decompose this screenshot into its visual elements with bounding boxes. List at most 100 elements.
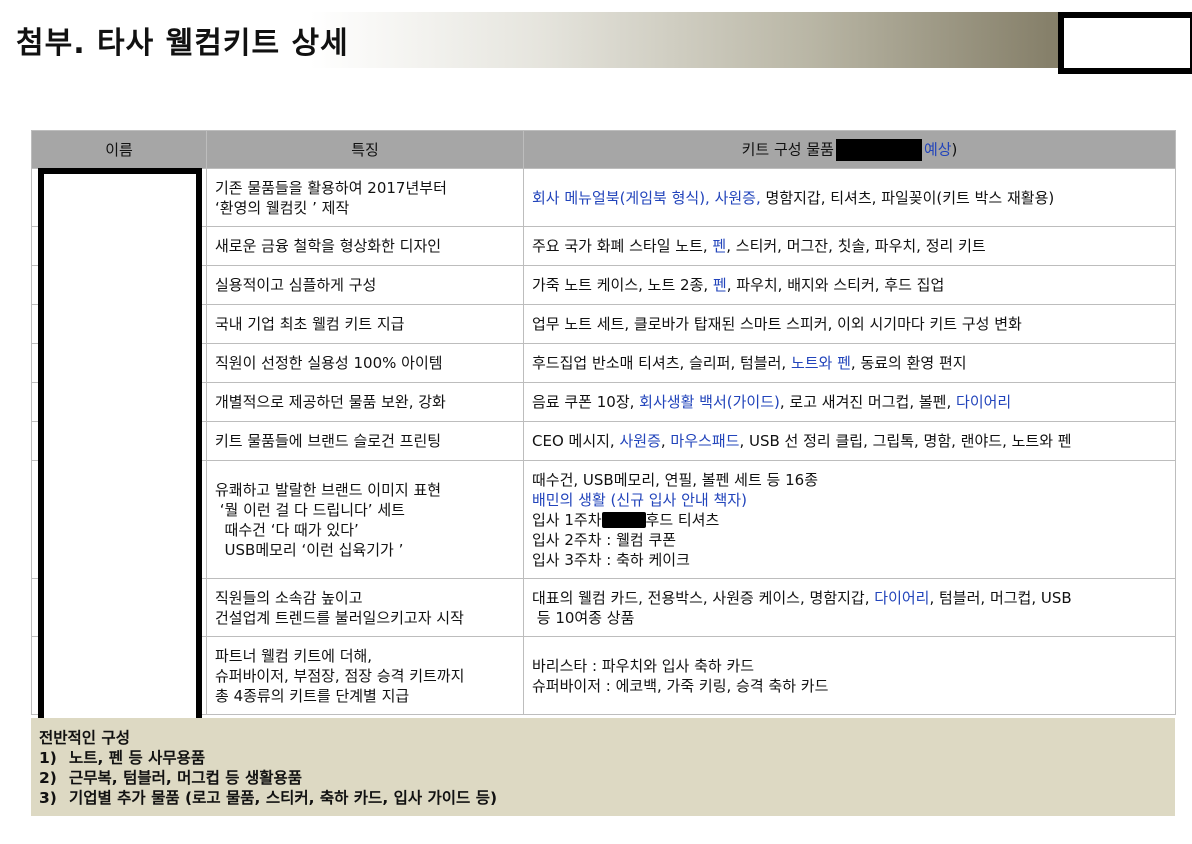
- feature-cell: 직원들의 소속감 높이고 건설업계 트렌드를 불러일으키고자 시작: [206, 578, 524, 637]
- feature-cell: 실용적이고 심플하게 구성: [206, 265, 524, 305]
- highlighted-item: 다이어리: [956, 393, 1012, 411]
- summary-item-text: 노트, 펜 등 사무용품: [69, 749, 206, 767]
- header-name: 이름: [31, 130, 207, 169]
- header-items: 키트 구성 물품 예상): [523, 130, 1176, 169]
- table-header-row: 이름 특징 키트 구성 물품 예상): [31, 130, 1176, 169]
- item-text: ,: [660, 432, 671, 450]
- item-text: , 로고 새겨진 머그컵, 볼펜,: [779, 393, 957, 411]
- items-line: 슈퍼바이저 : 에코백, 가죽 키링, 승격 축하 카드: [532, 676, 1167, 696]
- items-cell: 주요 국가 화폐 스타일 노트, 펜, 스티커, 머그잔, 칫솔, 파우치, 정…: [523, 226, 1176, 266]
- highlighted-item: 배민의 생활 (신규 입사 안내 책자): [532, 490, 747, 509]
- summary-item-number: 1): [39, 749, 57, 767]
- item-text: , 파우치, 배지와 스티커, 후드 집업: [726, 276, 945, 294]
- table-row: 유쾌하고 발랄한 브랜드 이미지 표현 ‘뭘 이런 걸 다 드립니다’ 세트 때…: [31, 460, 1176, 579]
- item-text: 입사 2주차 : 웰컴 쿠폰: [532, 530, 677, 549]
- items-line: 입사 1주차 후드 티셔츠: [532, 510, 1167, 530]
- item-text: 등 10여종 상품: [532, 608, 635, 627]
- table-row: 실용적이고 심플하게 구성 가죽 노트 케이스, 노트 2종, 펜, 파우치, 배…: [31, 265, 1176, 305]
- redacted-corner-box: [1058, 12, 1192, 74]
- table-row: 새로운 금융 철학을 형상화한 디자인 주요 국가 화폐 스타일 노트, 펜, 스…: [31, 226, 1176, 266]
- items-line: 때수건, USB메모리, 연필, 볼펜 세트 등 16종: [532, 470, 1167, 490]
- items-line: 바리스타 : 파우치와 입사 축하 카드: [532, 656, 1167, 676]
- feature-line: ‘환영의 웰컴킷 ’ 제작: [215, 198, 350, 217]
- items-cell: CEO 메시지, 사원증, 마우스패드, USB 선 정리 클립, 그립톡, 명…: [523, 421, 1176, 461]
- feature-line: 국내 기업 최초 웰컴 키트 지급: [215, 315, 405, 333]
- feature-line: 개별적으로 제공하던 물품 보완, 강화: [215, 393, 446, 411]
- feature-line: 파트너 웰컴 키트에 더해,: [215, 646, 373, 665]
- item-text: 음료 쿠폰 10장,: [532, 393, 640, 411]
- feature-cell: 국내 기업 최초 웰컴 키트 지급: [206, 304, 524, 344]
- header-items-label: 키트 구성 물품: [741, 140, 834, 158]
- table-row: 직원들의 소속감 높이고 건설업계 트렌드를 불러일으키고자 시작 대표의 웰컴 카…: [31, 578, 1176, 637]
- items-cell: 때수건, USB메모리, 연필, 볼펜 세트 등 16종 배민의 생활 (신규 입…: [523, 460, 1176, 579]
- items-line: 주요 국가 화폐 스타일 노트, 펜, 스티커, 머그잔, 칫솔, 파우치, 정…: [532, 236, 1167, 256]
- items-line: 회사 메뉴얼북(게임북 형식), 사원증, 명함지갑, 티셔츠, 파일꽂이(키트…: [532, 188, 1167, 208]
- redaction-mask: [835, 138, 922, 161]
- item-text: 입사 1주차: [532, 510, 602, 529]
- redaction-mask: [601, 512, 646, 528]
- feature-cell: 기존 물품들을 활용하여 2017년부터 ‘환영의 웰컴킷 ’ 제작: [206, 168, 524, 227]
- summary-item-text: 기업별 추가 물품 (로고 물품, 스티커, 축하 카드, 입사 가이드 등): [69, 789, 498, 807]
- feature-line: 키트 물품들에 브랜드 슬로건 프린팅: [215, 432, 442, 450]
- item-text: 대표의 웰컴 카드, 전용박스, 사원증 케이스, 명함지갑,: [532, 588, 875, 607]
- item-text: 입사 3주차 : 축하 케이크: [532, 550, 690, 569]
- feature-line: 유쾌하고 발랄한 브랜드 이미지 표현: [215, 480, 442, 499]
- highlighted-item: 펜: [712, 276, 727, 294]
- summary-item-number: 2): [39, 769, 57, 787]
- highlighted-item: 회사 메뉴얼북(게임북 형식), 사원증,: [532, 188, 761, 207]
- summary-item-number: 3): [39, 789, 57, 807]
- items-cell: 가죽 노트 케이스, 노트 2종, 펜, 파우치, 배지와 스티커, 후드 집업: [523, 265, 1176, 305]
- table-row: 파트너 웰컴 키트에 더해, 슈퍼바이저, 부점장, 점장 승격 키트까지 총 4종…: [31, 636, 1176, 715]
- items-cell: 바리스타 : 파우치와 입사 축하 카드 슈퍼바이저 : 에코백, 가죽 키링, …: [523, 636, 1176, 715]
- items-cell: 대표의 웰컴 카드, 전용박스, 사원증 케이스, 명함지갑, 다이어리, 텀블…: [523, 578, 1176, 637]
- feature-cell: 파트너 웰컴 키트에 더해, 슈퍼바이저, 부점장, 점장 승격 키트까지 총 4종…: [206, 636, 524, 715]
- items-cell: 회사 메뉴얼북(게임북 형식), 사원증, 명함지갑, 티셔츠, 파일꽂이(키트…: [523, 168, 1176, 227]
- item-text: 바리스타 : 파우치와 입사 축하 카드: [532, 656, 755, 675]
- item-text: 가죽 노트 케이스, 노트 2종,: [532, 276, 713, 294]
- feature-line: 직원들의 소속감 높이고: [215, 588, 363, 607]
- table-row: 기존 물품들을 활용하여 2017년부터 ‘환영의 웰컴킷 ’ 제작 회사 메뉴얼북…: [31, 168, 1176, 227]
- feature-line: 건설업계 트렌드를 불러일으키고자 시작: [215, 608, 464, 627]
- items-cell: 후드집업 반소매 티셔츠, 슬리퍼, 텀블러, 노트와 펜, 동료의 환영 편지: [523, 343, 1176, 383]
- redacted-names-column: [38, 168, 202, 724]
- summary-item: 2) 근무복, 텀블러, 머그컵 등 생활용품: [39, 768, 1167, 788]
- item-text: 후드 티셔츠: [645, 510, 720, 529]
- feature-line: ‘뭘 이런 걸 다 드립니다’ 세트: [215, 500, 405, 519]
- feature-cell: 새로운 금융 철학을 형상화한 디자인: [206, 226, 524, 266]
- item-text: , USB 선 정리 클립, 그립톡, 명함, 랜야드, 노트와 펜: [739, 432, 1072, 450]
- items-line: CEO 메시지, 사원증, 마우스패드, USB 선 정리 클립, 그립톡, 명…: [532, 431, 1167, 451]
- header-items-blue: 예상: [923, 140, 952, 158]
- item-text: , 텀블러, 머그컵, USB: [929, 588, 1072, 607]
- items-cell: 업무 노트 세트, 클로바가 탑재된 스마트 스피커, 이외 시기마다 키트 구…: [523, 304, 1176, 344]
- items-line: 배민의 생활 (신규 입사 안내 책자): [532, 490, 1167, 510]
- items-line: 입사 2주차 : 웰컴 쿠폰: [532, 530, 1167, 550]
- item-text: 후드집업 반소매 티셔츠, 슬리퍼, 텀블러,: [532, 354, 791, 372]
- item-text: , 동료의 환영 편지: [850, 354, 967, 372]
- summary-item: 3) 기업별 추가 물품 (로고 물품, 스티커, 축하 카드, 입사 가이드 등…: [39, 788, 1167, 808]
- header-items-suffix: ): [951, 140, 958, 158]
- feature-line: 슈퍼바이저, 부점장, 점장 승격 키트까지: [215, 666, 465, 685]
- feature-cell: 유쾌하고 발랄한 브랜드 이미지 표현 ‘뭘 이런 걸 다 드립니다’ 세트 때…: [206, 460, 524, 579]
- item-text: 명함지갑, 티셔츠, 파일꽂이(키트 박스 재활용): [760, 188, 1055, 207]
- items-line: 가죽 노트 케이스, 노트 2종, 펜, 파우치, 배지와 스티커, 후드 집업: [532, 275, 1167, 295]
- items-line: 업무 노트 세트, 클로바가 탑재된 스마트 스피커, 이외 시기마다 키트 구…: [532, 314, 1167, 334]
- feature-line: USB메모리 ‘이런 십육기가 ’: [215, 540, 404, 559]
- item-text: 업무 노트 세트, 클로바가 탑재된 스마트 스피커, 이외 시기마다 키트 구…: [532, 315, 1022, 333]
- feature-line: 때수건 ‘다 때가 있다’: [215, 520, 359, 539]
- items-line: 음료 쿠폰 10장, 회사생활 백서(가이드), 로고 새겨진 머그컵, 볼펜,…: [532, 392, 1167, 412]
- items-line: 입사 3주차 : 축하 케이크: [532, 550, 1167, 570]
- table-row: 국내 기업 최초 웰컴 키트 지급 업무 노트 세트, 클로바가 탑재된 스마트 …: [31, 304, 1176, 344]
- feature-cell: 직원이 선정한 실용성 100% 아이템: [206, 343, 524, 383]
- header-features: 특징: [206, 130, 524, 169]
- highlighted-item: 마우스패드: [670, 432, 740, 450]
- welcome-kit-table: 이름 특징 키트 구성 물품 예상) 기존 물품들을 활용하여 2017년부터 ‘환…: [31, 130, 1176, 715]
- item-text: CEO 메시지,: [532, 432, 620, 450]
- item-text: 때수건, USB메모리, 연필, 볼펜 세트 등 16종: [532, 470, 818, 489]
- summary-item: 1) 노트, 펜 등 사무용품: [39, 748, 1167, 768]
- table-row: 개별적으로 제공하던 물품 보완, 강화 음료 쿠폰 10장, 회사생활 백서(가…: [31, 382, 1176, 422]
- items-line: 대표의 웰컴 카드, 전용박스, 사원증 케이스, 명함지갑, 다이어리, 텀블…: [532, 588, 1167, 608]
- highlighted-item: 다이어리: [874, 588, 930, 607]
- feature-line: 총 4종류의 키트를 단계별 지급: [215, 686, 410, 705]
- highlighted-item: 회사생활 백서(가이드): [639, 393, 780, 411]
- table-row: 키트 물품들에 브랜드 슬로건 프린팅 CEO 메시지, 사원증, 마우스패드, …: [31, 421, 1176, 461]
